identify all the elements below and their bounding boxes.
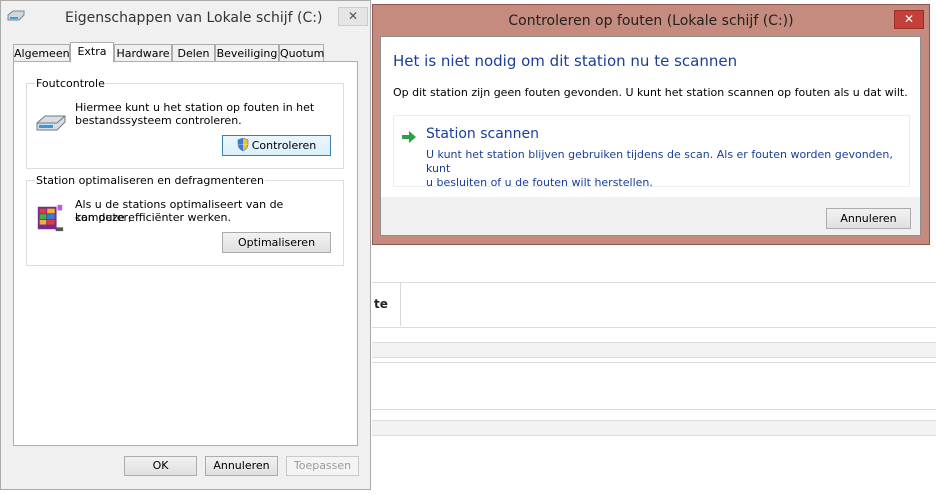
close-icon: ✕ (347, 9, 359, 23)
optimize-group: Station optimaliseren en defragmenteren … (26, 174, 344, 266)
uac-shield-icon (237, 138, 249, 151)
properties-dialog: Eigenschappen van Lokale schijf (C:) ✕ A… (0, 0, 371, 490)
scan-cancel-button[interactable]: Annuleren (826, 208, 911, 229)
apply-button[interactable]: Toepassen (286, 456, 359, 476)
ok-button[interactable]: OK (124, 456, 197, 476)
scan-dialog: Controleren op fouten (Lokale schijf (C:… (372, 4, 930, 245)
scan-description: Op dit station zijn geen fouten gevonden… (393, 86, 908, 99)
scan-dialog-title: Controleren op fouten (Lokale schijf (C:… (508, 13, 794, 29)
controleren-label: Controleren (251, 139, 317, 152)
tab-beveiliging[interactable]: Beveiliging (215, 44, 279, 61)
tab-extra[interactable]: Extra (70, 42, 114, 63)
scan-dialog-close-button[interactable]: ✕ (894, 10, 924, 29)
bg-column-header-strip (372, 282, 936, 328)
controleren-button[interactable]: Controleren (222, 135, 331, 156)
properties-title: Eigenschappen van Lokale schijf (C:) (65, 10, 323, 26)
optimize-text-2: kan deze efficiënter werken. (75, 211, 232, 224)
cancel-button[interactable]: Annuleren (205, 456, 278, 476)
bg-row-strip (372, 362, 936, 410)
scan-dialog-content: Het is niet nodig om dit station nu te s… (381, 37, 920, 197)
scan-option-description: U kunt het station blijven gebruiken tij… (426, 148, 906, 190)
hard-drive-icon (36, 115, 66, 131)
scan-option-desc-line-2: u besluiten of u de fouten wilt herstell… (426, 176, 653, 189)
tab-delen[interactable]: Delen (172, 44, 215, 61)
bg-column-header: te (374, 297, 388, 311)
drive-icon (7, 10, 25, 21)
tab-hardware[interactable]: Hardware (114, 44, 172, 61)
scan-option-desc-line-1: U kunt het station blijven gebruiken tij… (426, 148, 893, 175)
properties-titlebar: Eigenschappen van Lokale schijf (C:) ✕ (1, 1, 370, 35)
bg-divider (400, 282, 401, 326)
tab-panel-extra: Foutcontrole Hiermee kunt u het station … (13, 61, 358, 446)
properties-close-button[interactable]: ✕ (338, 7, 368, 26)
scan-drive-option[interactable]: Station scannen U kunt het station blijv… (393, 115, 910, 190)
error-check-text-1: Hiermee kunt u het station op fouten in … (75, 101, 315, 114)
defragment-icon (37, 204, 64, 232)
close-icon: ✕ (903, 12, 915, 26)
error-check-text-2: bestandssysteem controleren. (75, 114, 242, 127)
optimaliseren-button[interactable]: Optimaliseren (222, 232, 331, 253)
optimize-group-label: Station optimaliseren en defragmenteren (35, 174, 265, 187)
scan-heading: Het is niet nodig om dit station nu te s… (393, 52, 738, 70)
error-check-group: Foutcontrole Hiermee kunt u het station … (26, 77, 344, 169)
bg-row-strip (372, 420, 936, 436)
error-check-group-label: Foutcontrole (35, 77, 106, 90)
tab-algemeen[interactable]: Algemeen (13, 44, 70, 61)
bg-row-strip (372, 342, 936, 358)
tab-quotum[interactable]: Quotum (279, 44, 324, 61)
scan-option-title: Station scannen (426, 126, 540, 142)
green-arrow-icon (402, 131, 416, 143)
scan-dialog-body: Het is niet nodig om dit station nu te s… (380, 36, 921, 236)
